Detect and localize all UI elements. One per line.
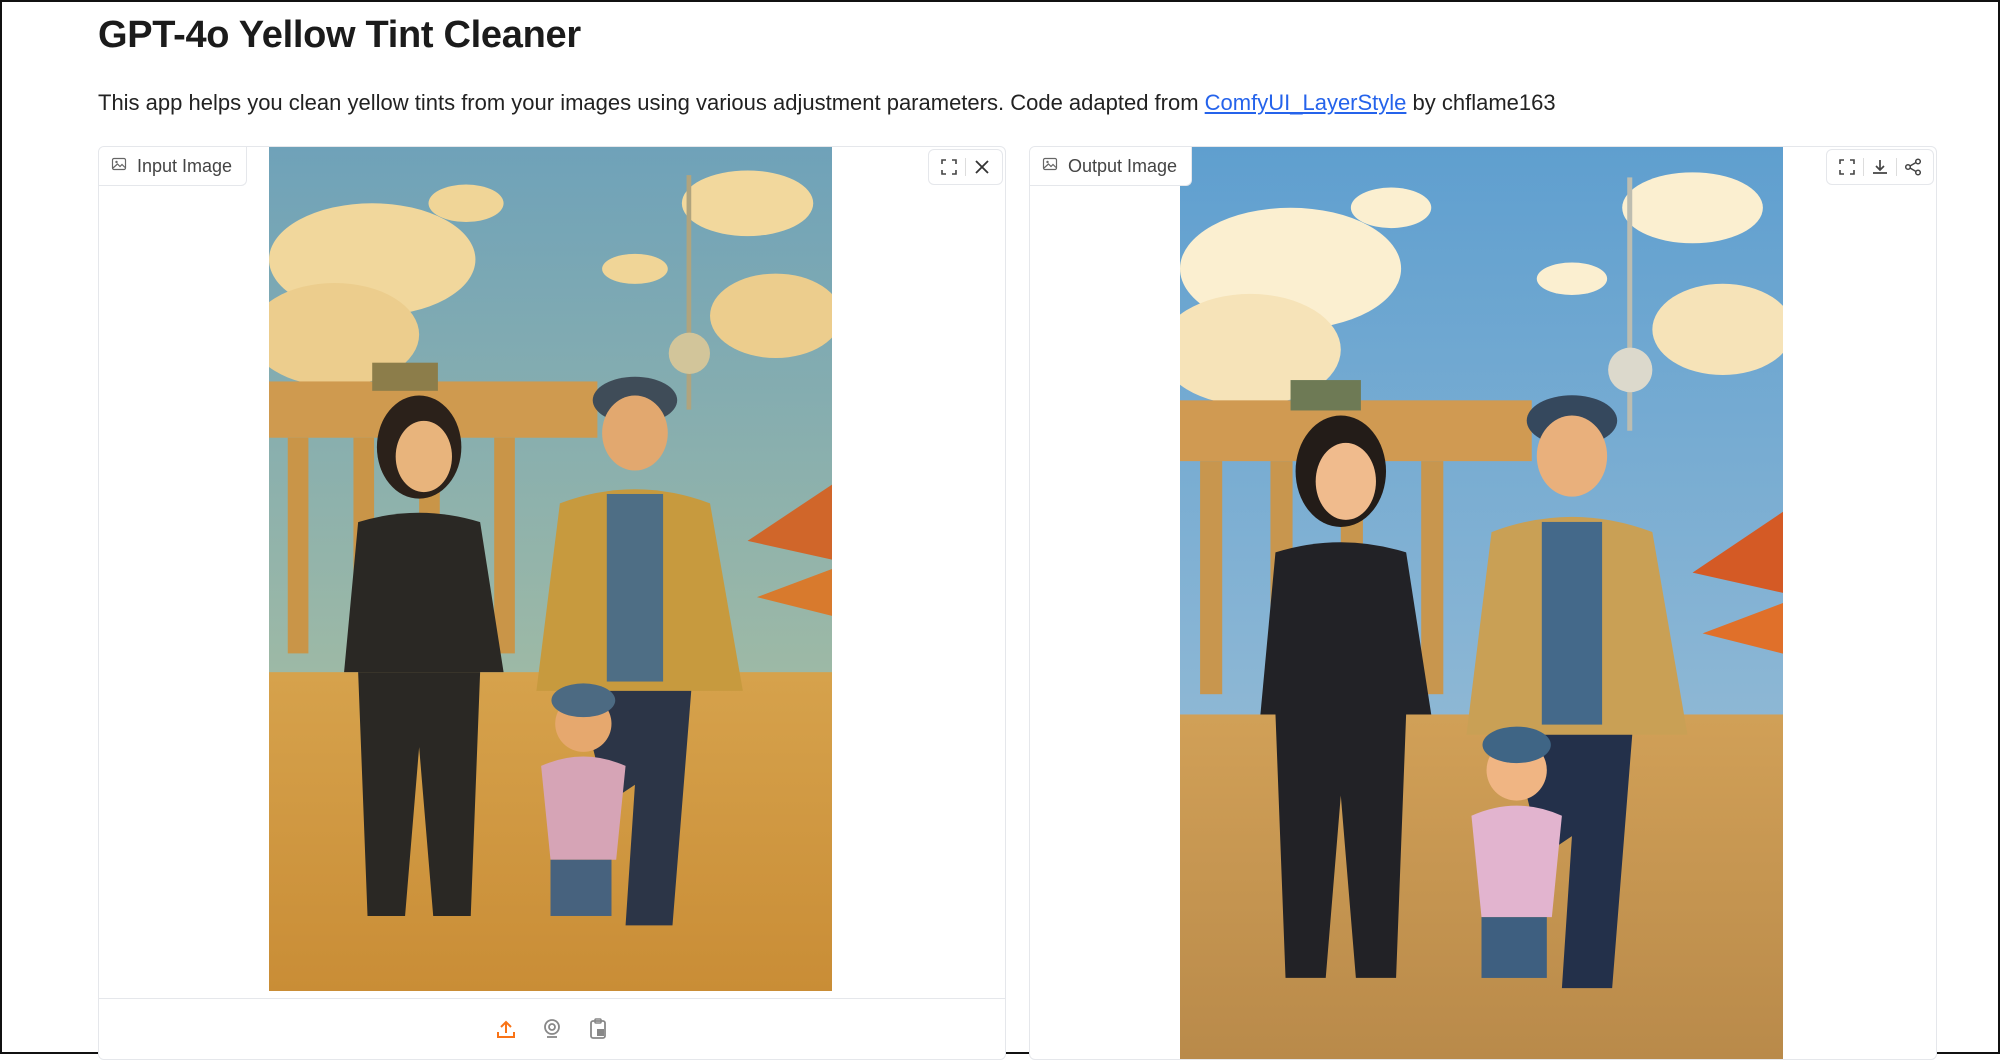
app-frame: GPT-4o Yellow Tint Cleaner This app help… [0,0,2000,1060]
page-description: This app helps you clean yellow tints fr… [98,90,1556,116]
output-toolbar [1826,149,1934,185]
input-image-label: Input Image [99,147,248,186]
description-prefix: This app helps you clean yellow tints fr… [98,90,1205,115]
download-icon[interactable] [1864,151,1896,183]
close-icon[interactable] [966,151,998,183]
clipboard-icon[interactable] [582,1013,614,1045]
image-icon [111,156,127,177]
webcam-icon[interactable] [536,1013,568,1045]
image-icon [1042,156,1058,177]
fullscreen-icon[interactable] [933,151,965,183]
page-title: GPT-4o Yellow Tint Cleaner [98,14,581,56]
input-toolbar [928,149,1003,185]
comfyui-layerstyle-link[interactable]: ComfyUI_LayerStyle [1205,90,1407,115]
input-image-label-text: Input Image [137,155,233,176]
share-icon[interactable] [1897,151,1929,183]
fullscreen-icon[interactable] [1831,151,1863,183]
image-source-bar [99,998,1005,1059]
input-image [269,147,832,991]
output-image-label: Output Image [1030,147,1193,186]
upload-icon[interactable] [490,1013,522,1045]
output-image-panel: Output Image [1029,146,1937,1060]
description-suffix: by chflame163 [1406,90,1556,115]
output-image-label-text: Output Image [1068,155,1178,176]
input-image-panel[interactable]: Input Image [98,146,1006,1060]
output-image [1180,147,1783,1059]
